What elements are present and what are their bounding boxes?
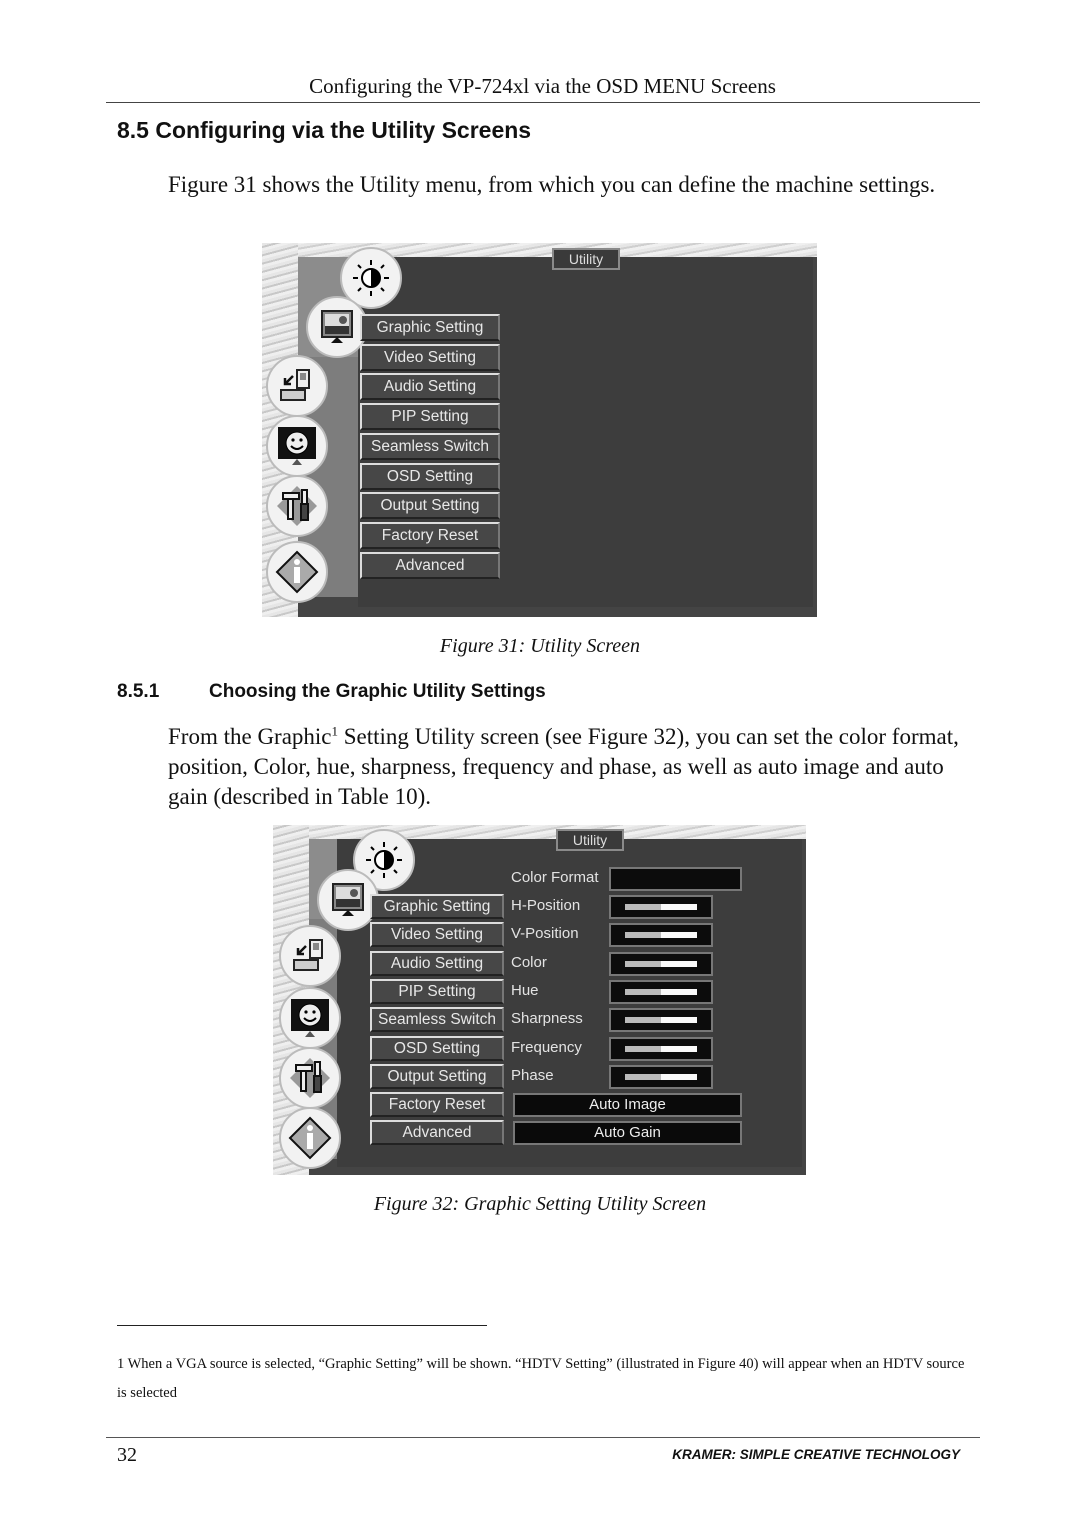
footer-rule [106, 1437, 980, 1438]
menu-item-advanced[interactable]: Advanced [370, 1120, 504, 1146]
para-text: From the Graphic [168, 724, 332, 749]
slider-label-v-position: V-Position [511, 925, 579, 943]
menu-item-factory-reset[interactable]: Factory Reset [370, 1092, 504, 1118]
footer-brand: KRAMER: SIMPLE CREATIVE TECHNOLOGY [672, 1447, 960, 1462]
menu-item-video-setting[interactable]: Video Setting [360, 343, 500, 371]
figure-31-utility-screen: Utility Graphic Setting Video Setting Audi… [262, 243, 817, 617]
slider-label-frequency: Frequency [511, 1038, 582, 1056]
slider-sharpness[interactable] [609, 1008, 713, 1033]
slider-hue[interactable] [609, 979, 713, 1004]
subsection-paragraph: From the Graphic1 Setting Utility screen… [168, 722, 978, 812]
slider-frequency[interactable] [609, 1036, 713, 1061]
menu-item-seamless-switch[interactable]: Seamless Switch [360, 432, 500, 460]
slider-fill [625, 960, 661, 967]
input-device-icon[interactable] [266, 355, 328, 417]
menu-item-graphic-setting[interactable]: Graphic Setting [360, 314, 500, 341]
menu-item-output-setting[interactable]: Output Setting [370, 1063, 504, 1089]
menu-item-audio-setting[interactable]: Audio Setting [370, 950, 504, 976]
slider-h-position[interactable] [609, 895, 713, 919]
slider-phase[interactable] [609, 1064, 713, 1089]
slider-fill [625, 932, 661, 939]
info-icon[interactable] [266, 541, 328, 603]
running-head: Configuring the VP-724xl via the OSD MEN… [309, 74, 776, 98]
osd-title: Utility [556, 829, 624, 851]
osd-title: Utility [552, 248, 620, 270]
section-intro: Figure 31 shows the Utility menu, from w… [168, 172, 936, 197]
info-icon[interactable] [279, 1107, 341, 1169]
color-format-label: Color Format [511, 869, 599, 886]
slider-remainder [661, 988, 697, 995]
menu-item-osd-setting[interactable]: OSD Setting [370, 1035, 504, 1061]
tools-icon[interactable] [279, 1047, 341, 1109]
auto-image-button[interactable]: Auto Image [513, 1093, 742, 1117]
screen-adjust-smiley-icon[interactable] [266, 415, 328, 477]
menu-item-audio-setting[interactable]: Audio Setting [360, 373, 500, 401]
slider-remainder [661, 904, 697, 910]
slider-fill [625, 904, 661, 910]
figure-32-graphic-setting-screen: Utility Graphic Setting Video Setting Audi… [273, 825, 806, 1175]
slider-label-h-position: H-Position [511, 897, 581, 914]
menu-item-pip-setting[interactable]: PIP Setting [370, 978, 504, 1004]
subsection-number: 8.5.1 [117, 681, 160, 702]
slider-remainder [661, 932, 697, 939]
slider-fill [625, 988, 661, 995]
auto-gain-button[interactable]: Auto Gain [513, 1121, 742, 1145]
section-heading: 8.5 Configuring via the Utility Screens [117, 117, 532, 143]
color-format-field[interactable] [609, 867, 742, 891]
slider-v-position[interactable] [609, 923, 713, 948]
menu-item-video-setting[interactable]: Video Setting [370, 922, 504, 948]
picture-monitor-icon[interactable] [306, 296, 368, 358]
slider-remainder [661, 1017, 697, 1024]
slider-color[interactable] [609, 951, 713, 976]
footnote: 1 When a VGA source is selected, “Graphi… [117, 1356, 965, 1401]
menu-item-advanced[interactable]: Advanced [360, 551, 500, 579]
menu-item-output-setting[interactable]: Output Setting [360, 492, 500, 520]
screen-adjust-smiley-icon[interactable] [279, 987, 341, 1049]
slider-label-sharpness: Sharpness [511, 1010, 583, 1028]
footnote-rule [117, 1325, 487, 1326]
slider-label-color: Color [511, 953, 547, 971]
slider-fill [625, 1017, 661, 1024]
slider-label-phase: Phase [511, 1066, 554, 1084]
menu-item-osd-setting[interactable]: OSD Setting [360, 462, 500, 490]
menu-item-seamless-switch[interactable]: Seamless Switch [370, 1007, 504, 1033]
input-device-icon[interactable] [279, 925, 341, 987]
figure-32-caption: Figure 32: Graphic Setting Utility Scree… [373, 1193, 707, 1215]
slider-remainder [661, 960, 697, 967]
menu-item-factory-reset[interactable]: Factory Reset [360, 521, 500, 549]
figure-31-caption: Figure 31: Utility Screen [439, 635, 641, 657]
slider-remainder [661, 1045, 697, 1052]
subsection-title: Choosing the Graphic Utility Settings [209, 681, 546, 702]
slider-fill [625, 1045, 661, 1052]
subsection-heading: 8.5.1 Choosing the Graphic Utility Settin… [117, 681, 546, 703]
menu-item-graphic-setting[interactable]: Graphic Setting [370, 894, 504, 919]
tools-icon[interactable] [266, 475, 328, 537]
slider-label-hue: Hue [511, 981, 539, 999]
slider-remainder [661, 1073, 697, 1080]
header-rule [106, 102, 980, 103]
menu-item-pip-setting[interactable]: PIP Setting [360, 403, 500, 431]
page-number: 32 [117, 1444, 137, 1466]
slider-fill [625, 1073, 661, 1080]
